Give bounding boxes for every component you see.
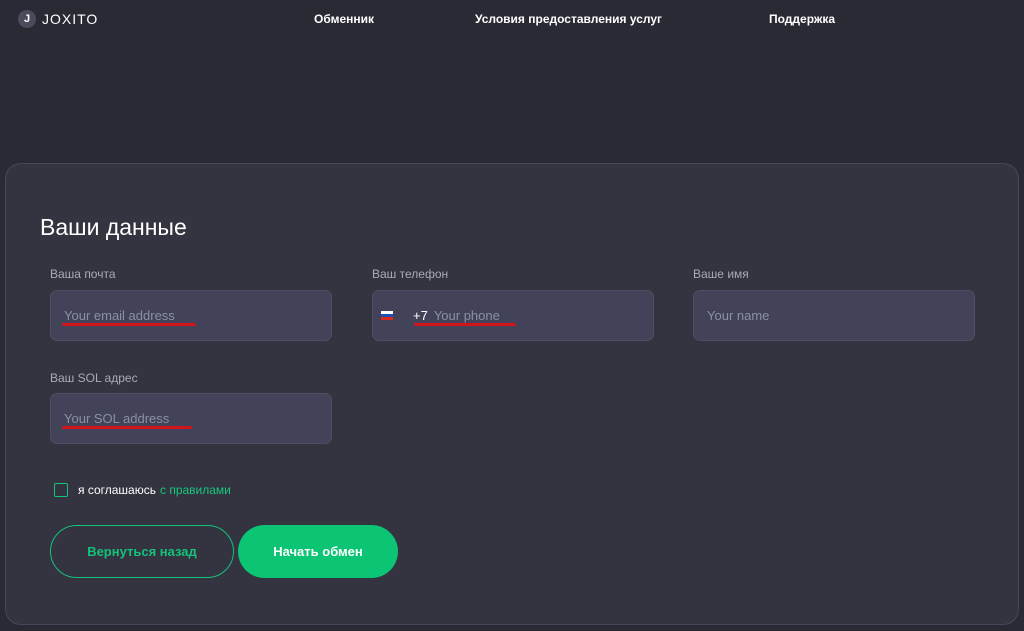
phone-label: Ваш телефон [372, 267, 449, 281]
name-label: Ваше имя [693, 267, 749, 281]
name-field-box [693, 290, 975, 341]
logo[interactable]: J JOXITO [18, 10, 98, 28]
phone-annotation-underline [414, 323, 516, 326]
sol-address-field-box [50, 393, 332, 444]
sol-address-label: Ваш SOL адрес [50, 371, 138, 385]
back-button[interactable]: Вернуться назад [50, 525, 234, 578]
email-field-box [50, 290, 332, 341]
sol-annotation-underline [62, 426, 192, 429]
rules-link[interactable]: с правилами [160, 483, 231, 497]
nav-link-exchanger[interactable]: Обменник [314, 12, 374, 26]
sol-address-input[interactable] [64, 394, 331, 443]
agree-label: я соглашаюсь с правилами [78, 483, 231, 497]
nav-link-support[interactable]: Поддержка [769, 12, 835, 26]
phone-dial-code: +7 [413, 308, 428, 323]
logo-mark-icon: J [18, 10, 36, 28]
agree-text: я соглашаюсь [78, 483, 156, 497]
russia-flag-icon[interactable] [381, 311, 393, 320]
email-input[interactable] [64, 291, 331, 340]
user-data-card: Ваши данные Ваша почта Ваш телефон +7 Ва… [5, 163, 1019, 625]
name-input[interactable] [707, 291, 974, 340]
email-label: Ваша почта [50, 267, 116, 281]
nav-link-terms[interactable]: Условия предоставления услуг [475, 12, 662, 26]
logo-text: JOXITO [42, 11, 99, 27]
agree-checkbox[interactable] [54, 483, 68, 497]
card-title: Ваши данные [40, 214, 187, 240]
start-exchange-button[interactable]: Начать обмен [238, 525, 398, 578]
phone-input[interactable] [433, 291, 634, 340]
phone-field-box: +7 [372, 290, 654, 341]
email-annotation-underline [62, 323, 196, 326]
page: J JOXITO Обменник Условия предоставления… [0, 0, 1024, 631]
